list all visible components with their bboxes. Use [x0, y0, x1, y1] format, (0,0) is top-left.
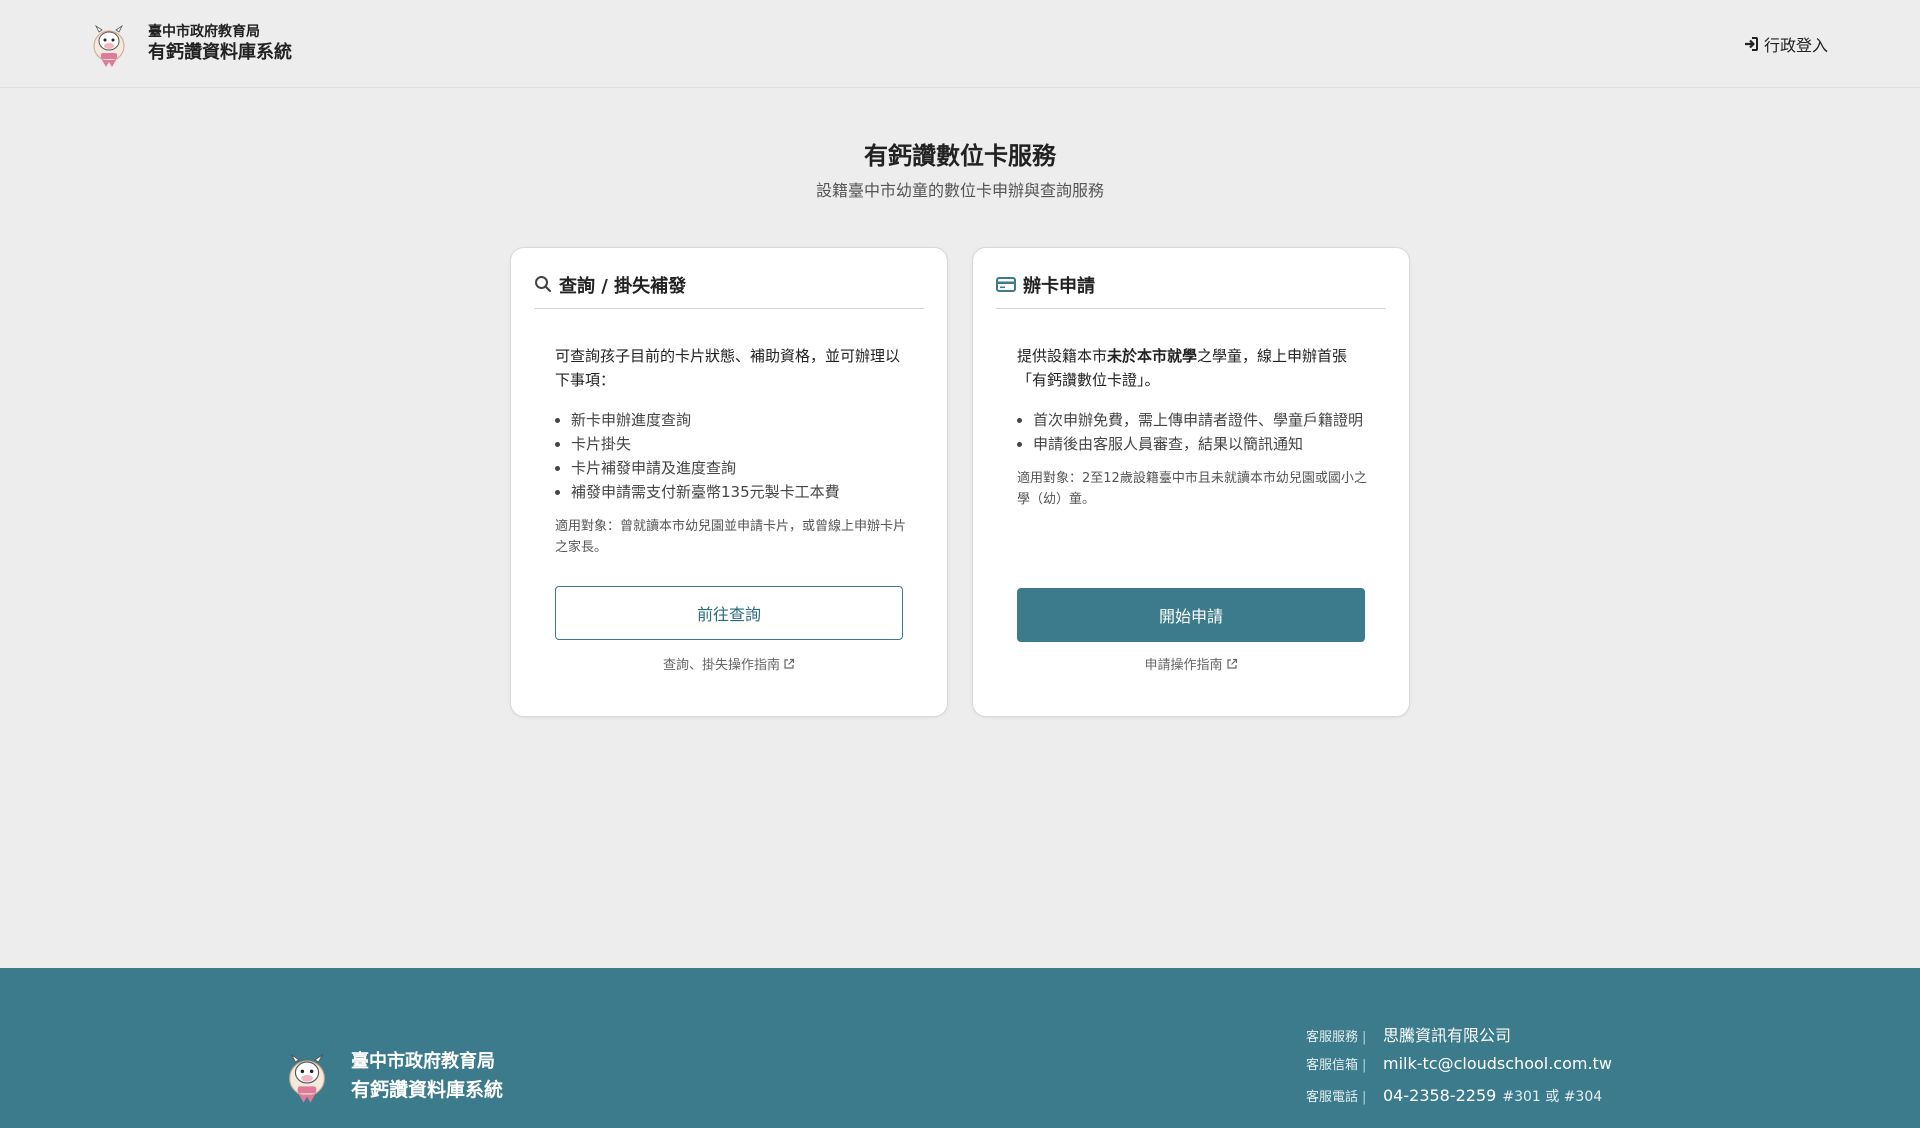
- page-subtitle: 設籍臺中市幼童的數位卡申辦與查詢服務: [815, 181, 1104, 200]
- query-card-description: 可查詢孩子目前的卡片狀態、補助資格，並可辦理以下事項：: [555, 347, 901, 389]
- list-item: 補發申請需支付新臺幣135元製卡工本費: [571, 480, 907, 504]
- contact-phone-value[interactable]: 04-2358-2259: [1383, 1086, 1496, 1105]
- external-link-icon: [784, 658, 795, 669]
- admin-login-link[interactable]: 行政登入: [1743, 32, 1828, 56]
- query-card-header: 查詢 / 掛失補發: [534, 272, 924, 309]
- cow-mascot-logo: [289, 1053, 325, 1103]
- external-link-icon: [1226, 658, 1237, 669]
- site-footer: 臺中市政府教育局 有鈣讚資料庫系統 客服服務 | 思騰資訊有限公司 客服信箱 | m…: [0, 968, 1920, 1128]
- page-title: 有鈣讚數位卡服務: [864, 142, 1056, 170]
- start-apply-button[interactable]: 開始申請: [1017, 588, 1365, 642]
- header-system-name: 有鈣讚資料庫系統: [148, 42, 292, 63]
- apply-card-list: 首次申辦免費，需上傳申請者證件、學童戶籍證明 申請後由客服人員審查，結果以簡訊通…: [1017, 408, 1369, 456]
- query-guide-label: 查詢、掛失操作指南: [662, 658, 780, 673]
- header-org-name: 臺中市政府教育局: [148, 24, 260, 40]
- list-item: 新卡申辦進度查詢: [571, 408, 907, 432]
- list-item: 卡片補發申請及進度查詢: [571, 456, 907, 480]
- apply-card-title: 辦卡申請: [1023, 276, 1095, 297]
- go-query-button[interactable]: 前往查詢: [555, 586, 903, 640]
- apply-card-description: 提供設籍本市未於本市就學之學童，線上申辦首張「有鈣讚數位卡證」。: [1017, 347, 1348, 389]
- list-item: 申請後由客服人員審查，結果以簡訊通知: [1033, 432, 1369, 456]
- contact-phone: 客服電話 | 04-2358-2259 #301 或 #304: [1306, 1086, 1603, 1105]
- apply-card-header: 辦卡申請: [996, 272, 1386, 309]
- credit-card-icon: [996, 277, 1016, 292]
- contact-email: 客服信箱 | milk-tc@cloudschool.com.tw: [1306, 1054, 1612, 1073]
- query-card-title: 查詢 / 掛失補發: [559, 276, 687, 297]
- apply-guide-label: 申請操作指南: [1144, 658, 1223, 673]
- footer-org-name: 臺中市政府教育局: [351, 1051, 495, 1072]
- list-item: 卡片掛失: [571, 432, 907, 456]
- query-card: 查詢 / 掛失補發 可查詢孩子目前的卡片狀態、補助資格，並可辦理以下事項： 新卡…: [510, 247, 948, 717]
- search-icon: [535, 276, 552, 293]
- list-item: 首次申辦免費，需上傳申請者證件、學童戶籍證明: [1033, 408, 1369, 432]
- query-card-list: 新卡申辦進度查詢 卡片掛失 卡片補發申請及進度查詢 補發申請需支付新臺幣135元…: [555, 408, 907, 504]
- brand[interactable]: 臺中市政府教育局 有鈣讚資料庫系統: [90, 20, 292, 68]
- apply-guide-link[interactable]: 申請操作指南: [973, 654, 1409, 673]
- footer-brand: 臺中市政府教育局 有鈣讚資料庫系統: [285, 1048, 503, 1104]
- contact-service: 客服服務 | 思騰資訊有限公司: [1306, 1022, 1612, 1054]
- apply-card: 辦卡申請 提供設籍本市未於本市就學之學童，線上申辦首張「有鈣讚數位卡證」。 首次…: [972, 247, 1410, 717]
- footer-system-name: 有鈣讚資料庫系統: [351, 1079, 504, 1101]
- admin-login-label: 行政登入: [1763, 36, 1828, 55]
- query-card-note: 適用對象：曾就讀本市幼兒園並申請卡片，或曾線上申辦卡片之家長。: [555, 519, 907, 555]
- cow-mascot-logo: [93, 24, 125, 67]
- query-guide-link[interactable]: 查詢、掛失操作指南: [511, 654, 947, 673]
- footer-contacts: 客服服務 | 思騰資訊有限公司 客服信箱 | milk-tc@cloudschool…: [1306, 1022, 1612, 1118]
- login-icon: [1744, 37, 1758, 51]
- site-header: 臺中市政府教育局 有鈣讚資料庫系統 行政登入: [0, 0, 1920, 88]
- contact-service-value: 思騰資訊有限公司: [1383, 1026, 1512, 1045]
- apply-card-note: 適用對象：2至12歲設籍臺中市且未就讀本市幼兒園或國小之學（幼）童。: [1017, 471, 1367, 507]
- contact-phone-ext: #301 或 #304: [1502, 1089, 1603, 1105]
- contact-email-value[interactable]: milk-tc@cloudschool.com.tw: [1383, 1054, 1612, 1073]
